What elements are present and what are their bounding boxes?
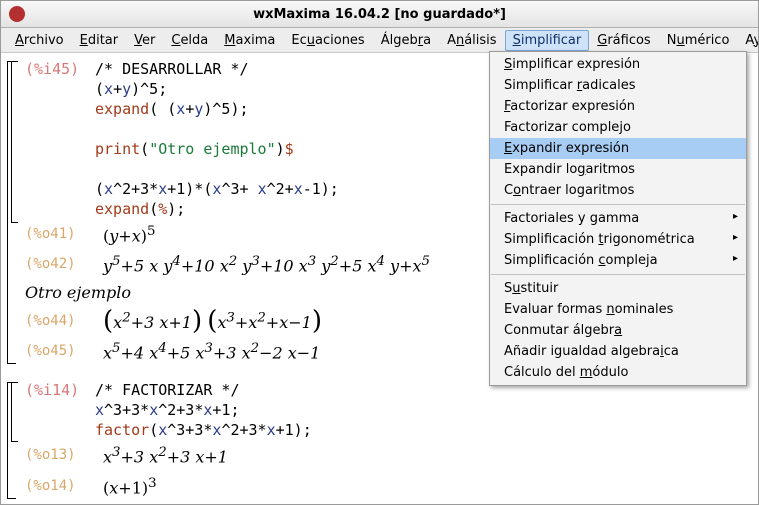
menubar: Archivo Editar Ver Celda Maxima Ecuacion… xyxy=(1,28,758,53)
output-label: (%o13) xyxy=(25,447,103,463)
menu-simplificar[interactable]: Simplificar xyxy=(505,30,590,51)
window: wxMaxima 16.04.2 [no guardado*] Archivo … xyxy=(0,0,759,505)
dd-evaluar-nominales[interactable]: Evaluar formas nominales xyxy=(490,299,746,320)
menu-ecuaciones[interactable]: Ecuaciones xyxy=(283,30,372,51)
comment: /* FACTORIZAR */ xyxy=(95,381,240,399)
dd-simplificar-expresion[interactable]: Simplificar expresión xyxy=(490,54,746,75)
menu-ayuda[interactable]: Ayuda xyxy=(737,30,759,51)
input-bracket[interactable] xyxy=(11,61,18,223)
menu-celda[interactable]: Celda xyxy=(163,30,216,51)
dd-expandir-expresion[interactable]: Expandir expresión xyxy=(490,138,746,159)
output-label: (%o44) xyxy=(25,313,103,329)
output-label: (%o42) xyxy=(25,256,103,272)
dd-simplificacion-trigonometrica[interactable]: Simplificación trigonométrica xyxy=(490,229,746,250)
dd-simplificar-radicales[interactable]: Simplificar radicales xyxy=(490,75,746,96)
output-label: (%o45) xyxy=(25,343,103,359)
input-label: (%i14) xyxy=(25,380,95,400)
dd-conmutar-algebra[interactable]: Conmutar álgebra xyxy=(490,320,746,341)
output-expr: (y+x)5 xyxy=(103,219,155,249)
dd-sustituir[interactable]: Sustituir xyxy=(490,278,746,299)
output-expr: y5+5 x y4+10 x2 y3+10 x3 y2+5 x4 y+x5 xyxy=(103,249,430,279)
window-title: wxMaxima 16.04.2 [no guardado*] xyxy=(1,7,758,22)
menu-archivo[interactable]: Archivo xyxy=(7,30,72,51)
dd-expandir-logaritmos[interactable]: Expandir logaritmos xyxy=(490,159,746,180)
menu-numerico[interactable]: Numérico xyxy=(659,30,738,51)
print-output: Otro ejemplo xyxy=(25,280,131,306)
menu-graficos[interactable]: Gráficos xyxy=(589,30,658,51)
menu-maxima[interactable]: Maxima xyxy=(216,30,283,51)
dd-anadir-igualdad[interactable]: Añadir igualdad algebraica xyxy=(490,341,746,362)
menu-analisis[interactable]: Análisis xyxy=(439,30,505,51)
output-expr: x5+4 x4+5 x3+3 x2−2 x−1 xyxy=(103,336,320,366)
menu-algebra[interactable]: Álgebra xyxy=(373,30,439,51)
dd-factoriales-gamma[interactable]: Factoriales y gamma xyxy=(490,208,746,229)
input-bracket[interactable] xyxy=(11,382,18,442)
dd-factorizar-expresion[interactable]: Factorizar expresión xyxy=(490,96,746,117)
dd-simplificacion-compleja[interactable]: Simplificación compleja xyxy=(490,250,746,271)
output-label: (%o14) xyxy=(25,478,103,494)
dd-contraer-logaritmos[interactable]: Contraer logaritmos xyxy=(490,180,746,201)
dd-separator xyxy=(491,274,745,275)
dd-calculo-modulo[interactable]: Cálculo del módulo xyxy=(490,362,746,383)
menu-ver[interactable]: Ver xyxy=(126,30,163,51)
input-label: (%i45) xyxy=(25,59,95,79)
titlebar: wxMaxima 16.04.2 [no guardado*] xyxy=(1,1,758,28)
simplificar-dropdown: Simplificar expresión Simplificar radica… xyxy=(489,51,747,386)
dd-separator xyxy=(491,204,745,205)
output-label: (%o41) xyxy=(25,226,103,242)
output-expr: (x2+3 x+1) (x3+x2+x−1) xyxy=(103,306,322,336)
output-expr: x3+3 x2+3 x+1 xyxy=(103,440,228,470)
comment: /* DESARROLLAR */ xyxy=(95,60,249,78)
menu-editar[interactable]: Editar xyxy=(72,30,127,51)
cell-factorizar: (%i14)/* FACTORIZAR */ x^3+3*x^2+3*x+1; … xyxy=(7,380,748,501)
output-expr: (x+1)3 xyxy=(103,471,157,501)
dd-factorizar-complejo[interactable]: Factorizar complejo xyxy=(490,117,746,138)
